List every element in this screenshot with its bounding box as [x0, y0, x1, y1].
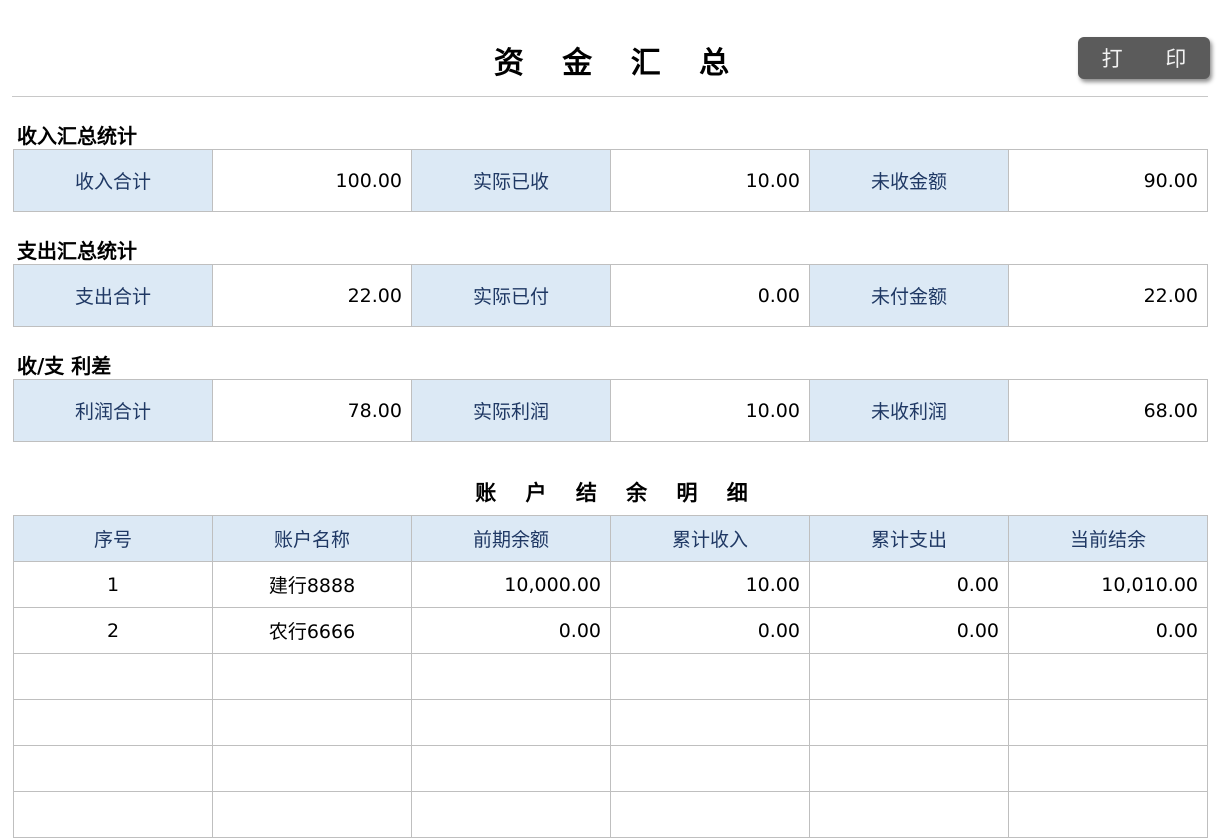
- total-expense-cell[interactable]: [809, 699, 1009, 746]
- opening-balance-cell[interactable]: 0.00: [411, 607, 611, 654]
- profit-summary-row: 利润合计 78.00 实际利润 10.00 未收利润 68.00: [13, 379, 1208, 442]
- income-total-label: 收入合计: [13, 149, 213, 212]
- total-income-cell[interactable]: [610, 791, 810, 838]
- row-index-cell[interactable]: [13, 745, 213, 792]
- account-name-cell[interactable]: [212, 699, 412, 746]
- print-button[interactable]: 打 印: [1078, 37, 1210, 79]
- current-balance-cell[interactable]: [1008, 745, 1208, 792]
- table-row: [13, 745, 1208, 792]
- column-header-account-name: 账户名称: [212, 515, 412, 562]
- row-index-cell[interactable]: [13, 653, 213, 700]
- profit-section-heading: 收/支 利差: [17, 354, 112, 378]
- income-pending-label: 未收金额: [809, 149, 1009, 212]
- current-balance-cell[interactable]: 10,010.00: [1008, 561, 1208, 608]
- table-row: [13, 699, 1208, 746]
- expense-total-label: 支出合计: [13, 264, 213, 327]
- accounts-table: 序号 账户名称 前期余额 累计收入 累计支出 当前结余 1 建行8888 10,…: [13, 515, 1208, 838]
- row-index-cell[interactable]: 1: [13, 561, 213, 608]
- table-row: [13, 653, 1208, 700]
- income-pending-value[interactable]: 90.00: [1008, 149, 1208, 212]
- current-balance-cell[interactable]: 0.00: [1008, 607, 1208, 654]
- account-name-cell[interactable]: 农行6666: [212, 607, 412, 654]
- account-name-cell[interactable]: [212, 745, 412, 792]
- profit-summary-table: 利润合计 78.00 实际利润 10.00 未收利润 68.00: [13, 379, 1208, 442]
- total-expense-cell[interactable]: 0.00: [809, 607, 1009, 654]
- column-header-total-expense: 累计支出: [809, 515, 1009, 562]
- expense-summary-table: 支出合计 22.00 实际已付 0.00 未付金额 22.00: [13, 264, 1208, 327]
- income-actual-value[interactable]: 10.00: [610, 149, 810, 212]
- title-divider: [12, 96, 1208, 97]
- current-balance-cell[interactable]: [1008, 653, 1208, 700]
- income-summary-row: 收入合计 100.00 实际已收 10.00 未收金额 90.00: [13, 149, 1208, 212]
- account-name-cell[interactable]: [212, 653, 412, 700]
- page-title: 资 金 汇 总: [493, 46, 744, 81]
- account-name-cell[interactable]: [212, 791, 412, 838]
- accounts-title: 账 户 结 余 明 细: [475, 481, 759, 505]
- table-row: 2 农行6666 0.00 0.00 0.00 0.00: [13, 607, 1208, 654]
- profit-pending-label: 未收利润: [809, 379, 1009, 442]
- expense-actual-value[interactable]: 0.00: [610, 264, 810, 327]
- profit-total-label: 利润合计: [13, 379, 213, 442]
- total-income-cell[interactable]: 10.00: [610, 561, 810, 608]
- opening-balance-cell[interactable]: 10,000.00: [411, 561, 611, 608]
- opening-balance-cell[interactable]: [411, 791, 611, 838]
- accounts-header-row: 序号 账户名称 前期余额 累计收入 累计支出 当前结余: [13, 515, 1208, 562]
- row-index-cell[interactable]: [13, 791, 213, 838]
- column-header-total-income: 累计收入: [610, 515, 810, 562]
- total-income-cell[interactable]: [610, 653, 810, 700]
- opening-balance-cell[interactable]: [411, 653, 611, 700]
- current-balance-cell[interactable]: [1008, 791, 1208, 838]
- total-income-cell[interactable]: [610, 699, 810, 746]
- total-expense-cell[interactable]: [809, 745, 1009, 792]
- total-income-cell[interactable]: 0.00: [610, 607, 810, 654]
- expense-summary-row: 支出合计 22.00 实际已付 0.00 未付金额 22.00: [13, 264, 1208, 327]
- opening-balance-cell[interactable]: [411, 699, 611, 746]
- income-total-value[interactable]: 100.00: [212, 149, 412, 212]
- profit-actual-label: 实际利润: [411, 379, 611, 442]
- account-name-cell[interactable]: 建行8888: [212, 561, 412, 608]
- total-expense-cell[interactable]: 0.00: [809, 561, 1009, 608]
- income-section-heading: 收入汇总统计: [17, 124, 137, 148]
- expense-pending-label: 未付金额: [809, 264, 1009, 327]
- total-expense-cell[interactable]: [809, 791, 1009, 838]
- profit-pending-value[interactable]: 68.00: [1008, 379, 1208, 442]
- table-row: 1 建行8888 10,000.00 10.00 0.00 10,010.00: [13, 561, 1208, 608]
- expense-pending-value[interactable]: 22.00: [1008, 264, 1208, 327]
- column-header-current-balance: 当前结余: [1008, 515, 1208, 562]
- column-header-index: 序号: [13, 515, 213, 562]
- table-row: [13, 791, 1208, 838]
- opening-balance-cell[interactable]: [411, 745, 611, 792]
- profit-actual-value[interactable]: 10.00: [610, 379, 810, 442]
- profit-total-value[interactable]: 78.00: [212, 379, 412, 442]
- current-balance-cell[interactable]: [1008, 699, 1208, 746]
- expense-actual-label: 实际已付: [411, 264, 611, 327]
- total-income-cell[interactable]: [610, 745, 810, 792]
- total-expense-cell[interactable]: [809, 653, 1009, 700]
- column-header-opening-balance: 前期余额: [411, 515, 611, 562]
- expense-section-heading: 支出汇总统计: [17, 239, 137, 263]
- expense-total-value[interactable]: 22.00: [212, 264, 412, 327]
- row-index-cell[interactable]: [13, 699, 213, 746]
- row-index-cell[interactable]: 2: [13, 607, 213, 654]
- income-actual-label: 实际已收: [411, 149, 611, 212]
- income-summary-table: 收入合计 100.00 实际已收 10.00 未收金额 90.00: [13, 149, 1208, 212]
